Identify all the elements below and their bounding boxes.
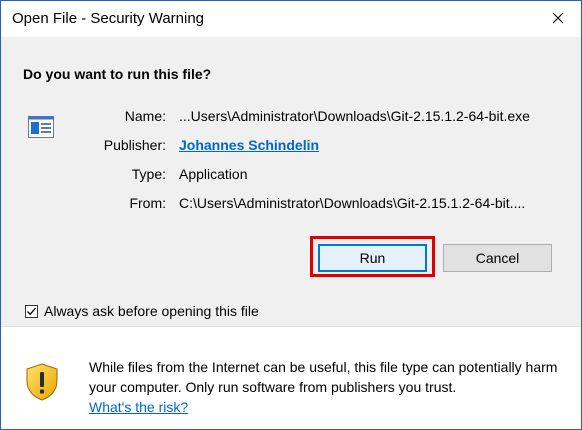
name-label: Name: xyxy=(124,108,166,124)
name-value: ...Users\Administrator\Downloads\Git-2.1… xyxy=(179,108,530,124)
title-bar[interactable]: Open File - Security Warning xyxy=(1,1,581,38)
type-value: Application xyxy=(179,166,248,182)
publisher-label: Publisher: xyxy=(103,137,166,153)
warning-message: While files from the Internet can be use… xyxy=(89,357,569,417)
cancel-button[interactable]: Cancel xyxy=(443,244,552,272)
run-button[interactable]: Run xyxy=(318,244,427,272)
from-label: From: xyxy=(129,195,166,211)
always-ask-option[interactable]: Always ask before opening this file xyxy=(25,303,259,319)
from-value: C:\Users\Administrator\Downloads\Git-2.1… xyxy=(179,195,526,211)
warning-text: While files from the Internet can be use… xyxy=(89,359,558,395)
checkmark-icon xyxy=(27,307,36,315)
dialog-body: Do you want to run this file? Name: ...U… xyxy=(1,38,581,326)
type-label: Type: xyxy=(131,166,166,182)
security-warning-dialog: Open File - Security Warning Do you want… xyxy=(0,0,582,430)
whats-the-risk-link[interactable]: What's the risk? xyxy=(89,399,188,415)
question-heading: Do you want to run this file? xyxy=(23,66,212,82)
shield-warning-icon xyxy=(25,363,59,404)
window-title: Open File - Security Warning xyxy=(12,10,205,27)
warning-footer: While files from the Internet can be use… xyxy=(1,327,581,429)
close-icon xyxy=(552,11,564,27)
always-ask-label: Always ask before opening this file xyxy=(44,303,259,319)
publisher-link[interactable]: Johannes Schindelin xyxy=(179,137,319,153)
always-ask-checkbox[interactable] xyxy=(25,304,38,318)
close-button[interactable] xyxy=(535,1,581,37)
